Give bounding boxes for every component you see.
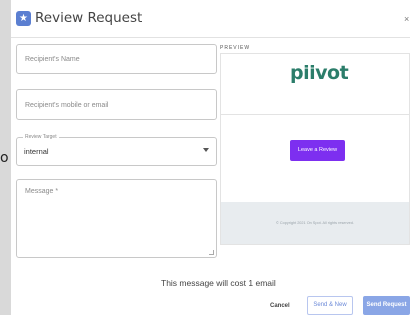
send-and-new-button[interactable]: Send & New: [307, 296, 353, 315]
copyright-text: © Copyright 2021 On Spot. All rights res…: [276, 221, 354, 225]
review-target-label: Review Target: [23, 134, 59, 140]
review-request-dialog: ★ Review Request × Recipient's Name Reci…: [11, 0, 410, 315]
message-textarea[interactable]: Message *: [16, 179, 217, 258]
message-placeholder: Message *: [25, 188, 59, 195]
dialog-title: Review Request: [35, 10, 143, 26]
resize-handle-icon[interactable]: [209, 250, 214, 255]
leave-review-button: Leave a Review: [290, 140, 345, 161]
chevron-down-icon: [203, 148, 209, 152]
close-icon[interactable]: ×: [404, 14, 409, 24]
dialog-header: ★ Review Request ×: [11, 0, 410, 38]
background-text-fragment: o: [0, 150, 9, 166]
cancel-button[interactable]: Cancel: [270, 303, 290, 309]
recipient-contact-placeholder: Recipient's mobile or email: [25, 102, 109, 109]
preview-footer: © Copyright 2021 On Spot. All rights res…: [221, 202, 409, 244]
recipient-name-placeholder: Recipient's Name: [25, 56, 80, 63]
cost-notice: This message will cost 1 email: [161, 278, 276, 288]
recipient-contact-input[interactable]: Recipient's mobile or email: [16, 89, 217, 120]
star-icon: ★: [16, 11, 31, 26]
email-preview: piivot Leave a Review © Copyright 2021 O…: [220, 53, 410, 245]
preview-label: PREVIEW: [220, 45, 251, 51]
review-target-select[interactable]: Review Target internal: [16, 134, 217, 166]
preview-divider: [221, 114, 409, 115]
send-request-button[interactable]: Send Request: [363, 296, 410, 315]
brand-logo: piivot: [290, 62, 349, 84]
review-target-value: internal: [24, 147, 49, 156]
recipient-name-input[interactable]: Recipient's Name: [16, 44, 217, 74]
